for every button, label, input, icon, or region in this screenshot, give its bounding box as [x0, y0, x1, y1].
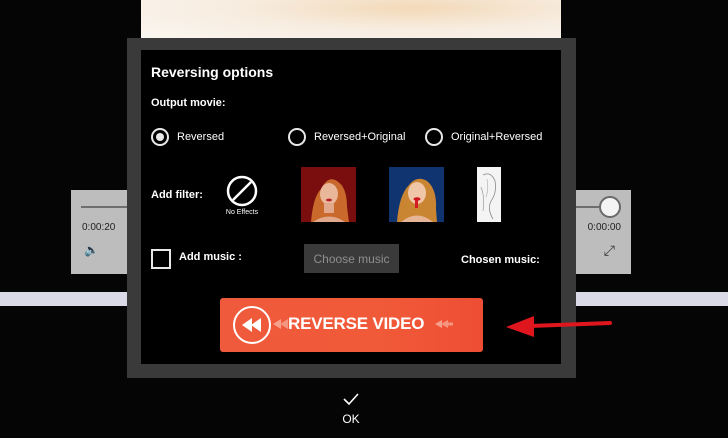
radio-label: Original+Reversed: [451, 131, 543, 143]
chosen-music-label: Chosen music:: [461, 254, 540, 266]
rewind-ghost-icon: [435, 320, 453, 328]
portrait-icon: [301, 167, 356, 222]
no-effects-filter[interactable]: No Effects: [221, 175, 263, 216]
no-effects-icon: [226, 175, 258, 207]
reverse-video-button[interactable]: REVERSE VIDEO: [220, 298, 483, 352]
portrait-icon: [389, 167, 444, 222]
radio-original-reversed[interactable]: Original+Reversed: [425, 128, 542, 146]
output-movie-label: Output movie:: [151, 97, 226, 109]
video-preview: [141, 0, 561, 40]
time-elapsed: 0:00:20: [82, 222, 116, 233]
radio-reversed[interactable]: Reversed: [151, 128, 224, 146]
radio-circle[interactable]: [425, 128, 443, 146]
add-music-label: Add music :: [179, 251, 242, 263]
sketch-icon: [477, 167, 501, 222]
time-total: 0:00:00: [587, 222, 621, 233]
annotation-arrow-icon: [506, 316, 612, 337]
radio-circle[interactable]: [288, 128, 306, 146]
checkmark-icon: [343, 393, 359, 406]
radio-label: Reversed+Original: [314, 131, 406, 143]
add-music-checkbox[interactable]: [151, 249, 171, 269]
dialog-title: Reversing options: [151, 64, 274, 80]
radio-label: Reversed: [177, 131, 225, 143]
add-filter-label: Add filter:: [151, 189, 203, 201]
choose-music-button[interactable]: Choose music: [304, 244, 399, 273]
rewind-icon: [233, 306, 271, 344]
radio-circle[interactable]: [151, 128, 169, 146]
filter-thumb-blue[interactable]: [389, 167, 444, 222]
filter-thumb-sketch[interactable]: [477, 167, 501, 222]
fullscreen-icon[interactable]: ⤢: [604, 242, 615, 259]
reversing-options-dialog: Reversing options Output movie: Reversed…: [141, 50, 561, 364]
filter-thumb-red[interactable]: [301, 167, 356, 222]
ok-label: OK: [342, 412, 360, 426]
radio-reversed-original[interactable]: Reversed+Original: [288, 128, 405, 146]
no-effects-label: No Effects: [225, 209, 259, 216]
seek-handle[interactable]: [599, 196, 621, 218]
ok-button[interactable]: OK: [333, 392, 369, 426]
volume-icon[interactable]: 🔉: [84, 243, 99, 257]
reverse-video-label: REVERSE VIDEO: [288, 314, 425, 333]
